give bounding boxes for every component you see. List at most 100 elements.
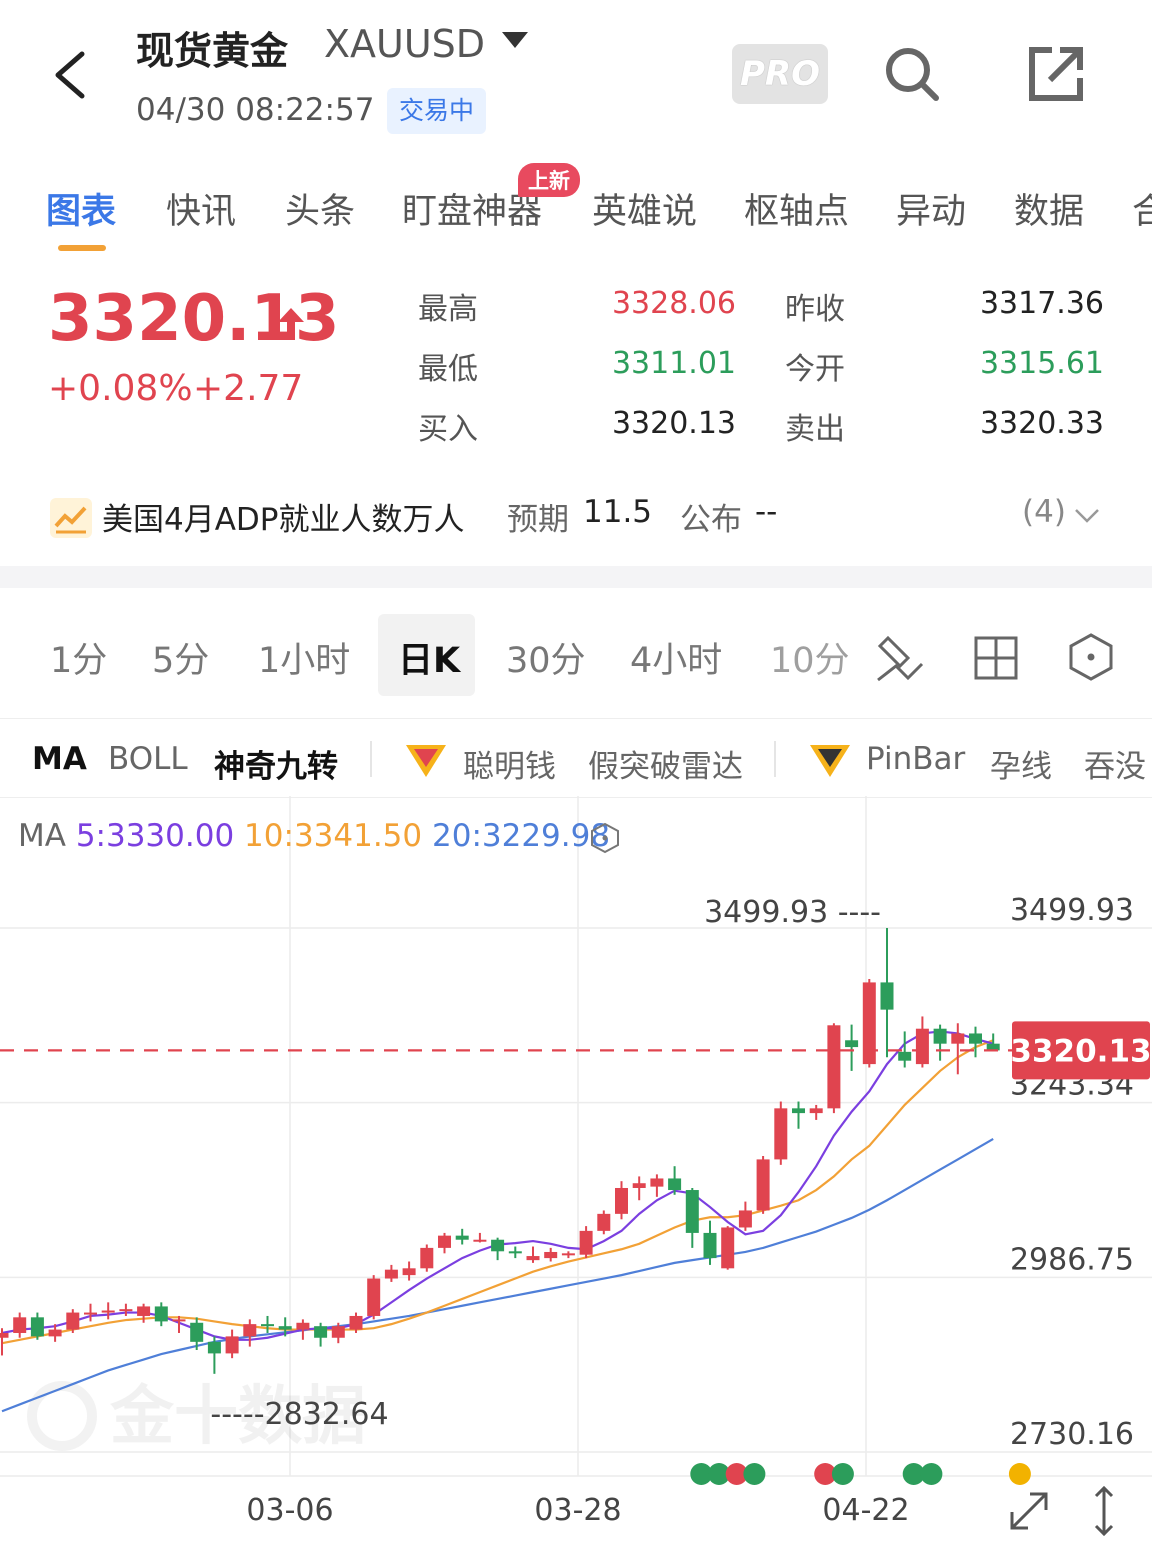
indicator-ma[interactable]: MA	[32, 741, 87, 777]
candle-body	[402, 1268, 416, 1276]
draw-pen-icon[interactable]	[874, 632, 926, 684]
chevron-down-icon[interactable]	[1074, 508, 1100, 524]
bid-value: 3320.13	[611, 406, 736, 441]
back-icon[interactable]	[52, 50, 88, 100]
candle-body	[827, 1025, 841, 1109]
candle-body	[915, 1028, 929, 1065]
period-daily[interactable]: 日K	[398, 632, 460, 683]
separator	[774, 741, 776, 777]
ma10-line	[1, 1039, 994, 1345]
tab-headlines[interactable]: 头条	[285, 183, 355, 234]
candle-body	[579, 1230, 593, 1255]
candle-body	[119, 1309, 133, 1312]
instrument-symbol[interactable]: XAUUSD	[324, 22, 485, 66]
layout-grid-icon[interactable]	[974, 636, 1018, 680]
chevron-down-icon[interactable]	[500, 30, 530, 50]
min-price-annotation: -----2832.64	[210, 1397, 388, 1432]
y-axis-label: 3499.93	[1010, 893, 1134, 928]
indicator-bar: MA BOLL 神奇九转 聪明钱 假突破雷达 PinBar 孕线 吞没	[0, 718, 1152, 798]
period-4h[interactable]: 4小时	[630, 632, 722, 683]
bid-label: 买入	[418, 412, 478, 447]
candle-body	[685, 1190, 699, 1233]
settings-hexagon-icon[interactable]	[1068, 632, 1114, 682]
indicator-inside-bar[interactable]: 孕线	[990, 741, 1052, 786]
candle-body	[809, 1108, 823, 1114]
open-value: 3315.61	[979, 346, 1104, 381]
share-icon[interactable]	[1026, 44, 1086, 104]
candle-body	[207, 1341, 221, 1354]
tab-heroes[interactable]: 英雄说	[592, 183, 697, 234]
x-axis-label: 03-06	[246, 1493, 333, 1528]
candle-body	[455, 1235, 469, 1240]
expand-icon[interactable]	[1010, 1492, 1048, 1530]
candle-body	[0, 1332, 9, 1338]
watermark-logo	[27, 1381, 97, 1451]
economic-event-row[interactable]: 美国4月ADP就业人数万人 预期 11.5 公布 -- (4)	[50, 494, 1102, 540]
ma20-value: 20:3229.98	[432, 818, 611, 854]
tab-pivot-points[interactable]: 枢轴点	[744, 183, 849, 234]
period-10m[interactable]: 10分	[770, 632, 850, 683]
vertical-scale-icon[interactable]	[1094, 1485, 1114, 1537]
tab-more[interactable]: 合	[1132, 183, 1152, 234]
low-label: 最低	[418, 352, 478, 387]
diamond-icon	[406, 745, 446, 777]
candle-body	[792, 1108, 805, 1114]
section-tabs: 图表 快讯 头条 盯盘神器 上新 英雄说 枢轴点 异动 数据 合	[0, 163, 1152, 251]
event-count[interactable]: (4)	[1022, 494, 1066, 530]
candle-body	[898, 1051, 912, 1061]
candlestick-chart[interactable]: 金十数据3499.933243.342986.752730.163320.133…	[0, 796, 1152, 1543]
y-axis-label: 2986.75	[1010, 1242, 1134, 1277]
search-icon[interactable]	[882, 44, 942, 104]
candle-body	[172, 1319, 186, 1322]
ma-settings-icon[interactable]	[590, 822, 620, 854]
indicator-pinbar[interactable]: PinBar	[866, 741, 965, 777]
indicator-false-breakout[interactable]: 假突破雷达	[588, 741, 743, 786]
trend-chart-icon	[50, 498, 92, 538]
diamond-icon	[810, 745, 850, 777]
candle-body	[278, 1326, 292, 1330]
ask-value: 3320.33	[979, 406, 1104, 441]
tab-chart[interactable]: 图表	[46, 183, 116, 234]
ma-label: MA	[18, 818, 66, 854]
candle-body	[243, 1324, 257, 1337]
indicator-smart-money[interactable]: 聪明钱	[463, 741, 556, 786]
candle-body	[420, 1247, 434, 1269]
candle-body	[508, 1251, 522, 1254]
period-5m[interactable]: 5分	[152, 632, 209, 683]
tab-data[interactable]: 数据	[1014, 183, 1084, 234]
high-label: 最高	[418, 292, 478, 327]
arrow-up-icon	[278, 308, 304, 340]
tab-anomalies[interactable]: 异动	[896, 183, 966, 234]
signal-dot	[1008, 1463, 1031, 1485]
actual-value: --	[755, 494, 778, 530]
pro-button[interactable]: PRO	[732, 44, 828, 104]
indicator-boll[interactable]: BOLL	[108, 741, 188, 777]
candle-body	[154, 1306, 168, 1322]
candle-body	[703, 1232, 717, 1259]
forecast-label: 预期	[507, 502, 569, 538]
change-percent: +0.08%	[48, 368, 193, 409]
ma5-line	[1, 1030, 994, 1341]
period-1m[interactable]: 1分	[50, 632, 107, 683]
candle-body	[137, 1306, 151, 1316]
candle-body	[650, 1178, 664, 1187]
prev-close-value: 3317.36	[979, 286, 1104, 321]
indicator-engulfing[interactable]: 吞没	[1084, 741, 1146, 786]
candle-body	[438, 1235, 451, 1248]
tab-flash-news[interactable]: 快讯	[166, 183, 236, 234]
max-price-annotation: 3499.93 ----	[704, 895, 881, 930]
tab-active-indicator	[58, 245, 106, 251]
ask-label: 卖出	[785, 412, 845, 447]
ma-legend: MA 5:3330.00 10:3341.50 20:3229.98	[18, 818, 610, 854]
section-divider	[0, 566, 1152, 588]
candle-body	[331, 1326, 345, 1338]
period-30m[interactable]: 30分	[506, 632, 586, 683]
indicator-td9[interactable]: 神奇九转	[214, 741, 338, 786]
actual-label: 公布	[680, 502, 742, 538]
signal-dot	[831, 1463, 854, 1485]
event-title: 美国4月ADP就业人数万人	[102, 502, 465, 538]
candle-body	[384, 1269, 398, 1279]
candle-body	[668, 1178, 682, 1191]
period-1h[interactable]: 1小时	[258, 632, 350, 683]
candle-body	[473, 1239, 487, 1242]
